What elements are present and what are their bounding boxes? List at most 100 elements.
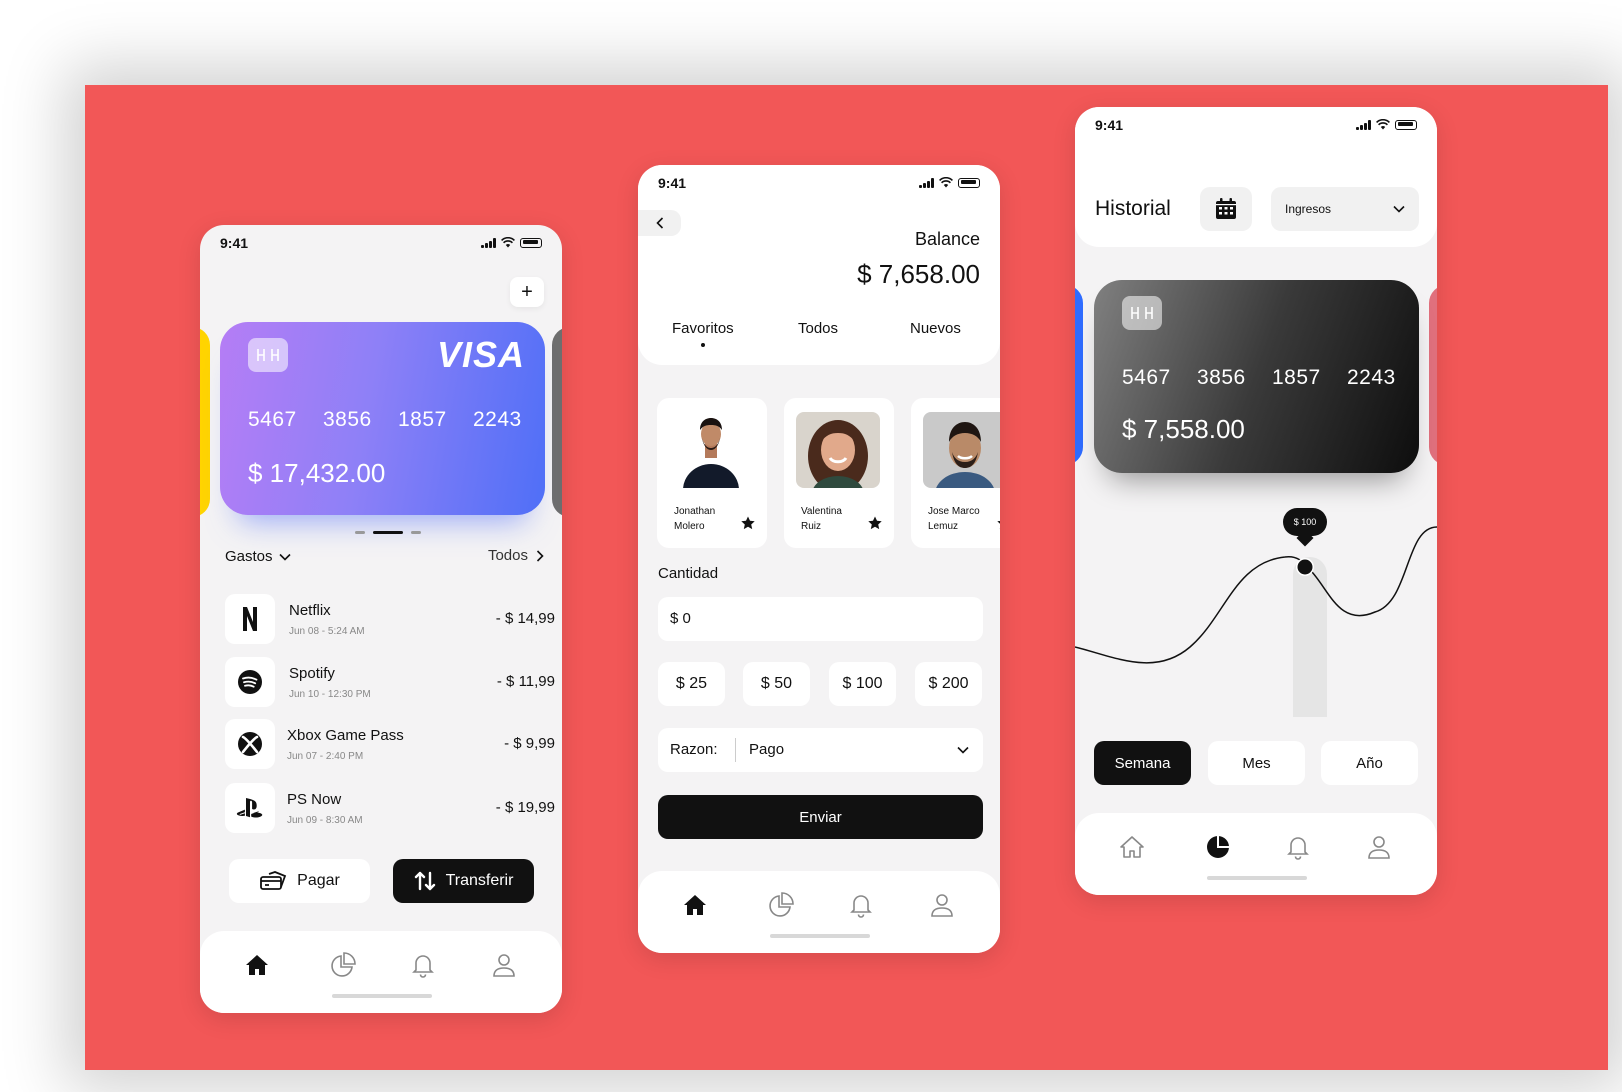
user-icon[interactable]	[488, 949, 520, 981]
transaction-name: Xbox Game Pass	[287, 727, 404, 744]
home-icon[interactable]	[1116, 831, 1148, 863]
calendar-icon	[1216, 198, 1236, 219]
transaction-name: PS Now	[287, 791, 342, 808]
user-icon[interactable]	[1363, 831, 1395, 863]
home-indicator	[770, 934, 870, 938]
user-icon[interactable]	[926, 889, 958, 921]
card-number-group: 3856	[1197, 366, 1246, 389]
card-pagination[interactable]	[355, 531, 421, 534]
status-time: 9:41	[658, 175, 687, 191]
card-number-group: 1857	[1272, 366, 1321, 389]
transaction-row[interactable]: Xbox Game Pass Jun 07 - 2:40 PM - $ 9,99	[225, 719, 555, 771]
chevron-left-icon	[655, 217, 663, 229]
transfer-button[interactable]: Transferir	[393, 859, 534, 903]
balance-value: $ 7,658.00	[857, 259, 980, 289]
bottom-nav	[638, 871, 1000, 953]
contact-card[interactable]: Jonathan Molero	[657, 398, 767, 548]
period-button-selected[interactable]: Semana	[1094, 741, 1191, 785]
pay-button[interactable]: Pagar	[229, 859, 370, 903]
card-number-group: 2243	[473, 408, 522, 431]
star-icon[interactable]	[741, 516, 755, 530]
quick-amount-button[interactable]: $ 200	[915, 662, 982, 706]
filter-value: Ingresos	[1285, 202, 1332, 216]
visa-logo: VISA	[436, 334, 525, 375]
card-chip-icon	[248, 338, 288, 372]
transaction-amount: - $ 14,99	[495, 610, 555, 627]
expenses-dropdown[interactable]: Gastos	[225, 548, 291, 565]
star-icon[interactable]	[868, 516, 882, 530]
contact-photo	[923, 412, 1000, 488]
pie-chart-icon[interactable]	[327, 949, 359, 981]
battery-icon	[520, 237, 542, 248]
back-button[interactable]	[638, 210, 681, 236]
phone-history-screen: 9:41 Historial Ingresos 5467 3856 1857 2…	[1075, 107, 1437, 895]
amount-input[interactable]: $ 0	[658, 597, 983, 641]
home-icon[interactable]	[241, 949, 273, 981]
wifi-icon	[501, 237, 515, 248]
transaction-row[interactable]: Spotify Jun 10 - 12:30 PM - $ 11,99	[225, 657, 555, 709]
contact-card[interactable]: Jose Marco Lemuz	[911, 398, 1000, 548]
page-dot-active[interactable]	[373, 531, 403, 534]
contact-photo	[796, 412, 880, 488]
next-card-peek[interactable]	[1429, 285, 1437, 465]
dark-card[interactable]: 5467 3856 1857 2243 $ 7,558.00	[1094, 280, 1419, 473]
bell-icon[interactable]	[845, 889, 877, 921]
wifi-icon	[939, 177, 953, 188]
quick-amount-button[interactable]: $ 100	[829, 662, 896, 706]
amount-value: $ 0	[670, 610, 691, 627]
quick-amount-button[interactable]: $ 50	[743, 662, 810, 706]
tab-favoritos[interactable]: Favoritos	[672, 320, 734, 347]
visa-card[interactable]: VISA 5467 3856 1857 2243 $ 17,432.00	[220, 322, 545, 515]
card-number-group: 5467	[1122, 366, 1171, 389]
page-dot[interactable]	[355, 531, 365, 534]
transaction-row[interactable]: Netflix Jun 08 - 5:24 AM - $ 14,99	[225, 594, 555, 646]
amount-label: Cantidad	[658, 565, 719, 582]
transaction-row[interactable]: PS Now Jun 09 - 8:30 AM - $ 19,99	[225, 783, 555, 835]
bell-icon[interactable]	[1282, 831, 1314, 863]
reason-select[interactable]: Razon: Pago	[658, 728, 983, 772]
status-bar: 9:41	[638, 165, 1000, 205]
pie-chart-icon[interactable]	[765, 889, 797, 921]
card-number-group: 5467	[248, 408, 297, 431]
period-button[interactable]: Año	[1321, 741, 1418, 785]
tab-todos[interactable]: Todos	[798, 320, 838, 337]
contact-name: Jonathan Molero	[674, 506, 716, 532]
tab-nuevos[interactable]: Nuevos	[910, 320, 961, 337]
page-dot[interactable]	[411, 531, 421, 534]
see-all-link[interactable]: Todos	[488, 547, 544, 564]
calendar-button[interactable]	[1200, 187, 1252, 231]
send-button[interactable]: Enviar	[658, 795, 983, 839]
value-tooltip: $ 100	[1283, 508, 1327, 547]
tab-label: Favoritos	[672, 320, 734, 337]
next-card-peek[interactable]	[552, 327, 562, 517]
status-time: 9:41	[220, 235, 249, 251]
prev-card-peek[interactable]	[1075, 285, 1083, 465]
quick-amount-button[interactable]: $ 25	[658, 662, 725, 706]
pay-card-icon	[260, 871, 287, 890]
signal-icon	[1356, 119, 1371, 130]
xbox-icon	[225, 719, 275, 769]
phone-send-money-screen: 9:41 Balance $ 7,658.00 Favoritos Todos …	[638, 165, 1000, 953]
filter-select[interactable]: Ingresos	[1271, 187, 1419, 231]
contact-name: Valentina Ruiz	[801, 506, 842, 532]
contact-card[interactable]: Valentina Ruiz	[784, 398, 894, 548]
add-card-button[interactable]: +	[510, 277, 544, 307]
period-button[interactable]: Mes	[1208, 741, 1305, 785]
contact-photo	[669, 412, 753, 488]
pie-chart-icon[interactable]	[1202, 831, 1234, 863]
transaction-name: Spotify	[289, 665, 335, 682]
card-number-group: 3856	[323, 408, 372, 431]
home-icon[interactable]	[679, 889, 711, 921]
phone-wallet-screen: 9:41 + VISA 5467 3856 1857 2243 $ 17,432…	[200, 225, 562, 1013]
chevron-down-icon	[957, 746, 969, 754]
status-bar: 9:41	[1075, 107, 1437, 147]
tooltip-value: $ 100	[1293, 517, 1317, 527]
home-indicator	[1207, 876, 1307, 880]
signal-icon	[481, 237, 496, 248]
transaction-date: Jun 09 - 8:30 AM	[287, 815, 363, 826]
chevron-right-icon	[536, 549, 544, 562]
playstation-icon	[225, 783, 275, 833]
bell-icon[interactable]	[407, 949, 439, 981]
star-icon[interactable]	[997, 516, 1000, 530]
prev-card-peek[interactable]	[200, 327, 210, 517]
